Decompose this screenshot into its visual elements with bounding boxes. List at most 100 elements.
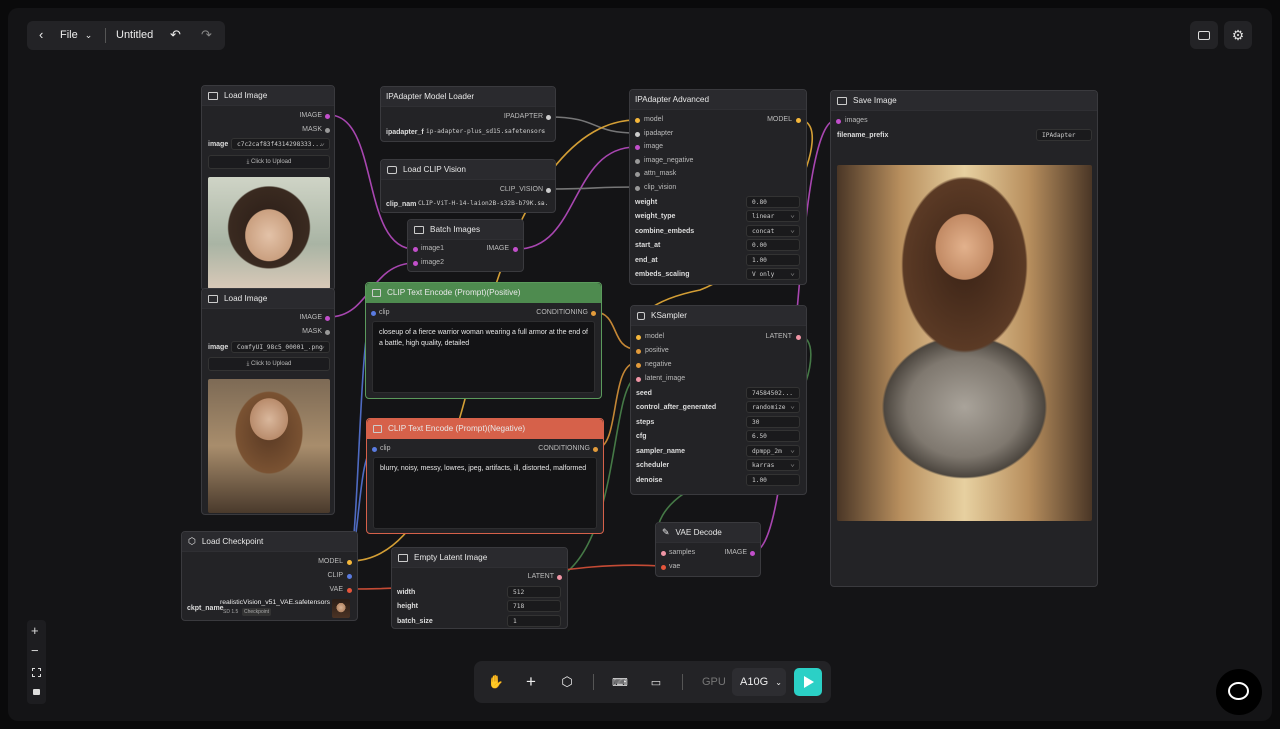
upload-button[interactable]: ⤓ Click to Upload (208, 155, 330, 169)
batch-size-input[interactable]: 1 (507, 615, 561, 627)
back-icon[interactable]: ‹ (39, 27, 43, 42)
node-vae-decode[interactable]: ✎ VAE Decode samples vae IMAGE (655, 522, 761, 577)
chat-button[interactable] (1216, 669, 1262, 715)
node-empty-latent[interactable]: Empty Latent Image LATENT width 512 heig… (391, 547, 568, 629)
clip-name-select[interactable]: CLIP-ViT-H-14-laion2B-s32B-b79K.sa... (413, 198, 549, 210)
lock-icon[interactable] (33, 689, 40, 695)
output-conditioning-dot[interactable] (591, 311, 596, 316)
cfg-input[interactable]: 6.50 (746, 430, 800, 442)
node-title[interactable]: IPAdapter Model Loader (381, 87, 555, 107)
output-latent-dot[interactable] (557, 575, 562, 580)
node-clip-positive[interactable]: CLIP Text Encode (Prompt)(Positive) clip… (365, 282, 602, 399)
node-title[interactable]: ✎ VAE Decode (656, 523, 760, 543)
node-title[interactable]: CLIP Text Encode (Prompt)(Negative) (367, 419, 603, 439)
node-title[interactable]: Load Image (202, 86, 334, 106)
node-load-clip-vision[interactable]: Load CLIP Vision CLIP_VISION clip_nam CL… (380, 159, 556, 213)
node-ipadapter-loader[interactable]: IPAdapter Model Loader IPADAPTER ipadapt… (380, 86, 556, 142)
prompt-textarea[interactable]: blurry, noisy, messy, lowres, jpeg, arti… (373, 457, 597, 529)
run-button[interactable] (794, 668, 822, 696)
hand-icon[interactable]: ✋ (482, 661, 510, 703)
output-model-dot[interactable] (347, 560, 352, 565)
input-vae-dot[interactable] (661, 565, 666, 570)
workflow-title[interactable]: Untitled (116, 29, 153, 41)
output-clip-dot[interactable] (347, 574, 352, 579)
ipadapter-select[interactable]: ip-adapter-plus_sd15.safetensors (421, 126, 549, 138)
image-select[interactable]: ComfyUI_98c5_00001_.png (231, 341, 330, 353)
output-conditioning-dot[interactable] (593, 447, 598, 452)
zoom-in-icon[interactable]: + (31, 623, 39, 638)
node-title[interactable]: ⬡ Load Checkpoint (182, 532, 357, 552)
upload-button[interactable]: ⤓ Click to Upload (208, 357, 330, 371)
input-model-dot[interactable] (635, 118, 640, 123)
output-clip-vision-dot[interactable] (546, 188, 551, 193)
end-at-input[interactable]: 1.00 (746, 254, 800, 266)
node-ipadapter-advanced[interactable]: IPAdapter Advanced model ipadapter image… (629, 89, 807, 285)
input-image1-dot[interactable] (413, 247, 418, 252)
prompt-textarea[interactable]: closeup of a fierce warrior woman wearin… (372, 321, 595, 393)
input-model-dot[interactable] (636, 335, 641, 340)
input-image-negative-dot[interactable] (635, 159, 640, 164)
input-images-dot[interactable] (836, 119, 841, 124)
output-mask-dot[interactable] (325, 330, 330, 335)
output-image-dot[interactable] (513, 247, 518, 252)
node-title[interactable]: KSampler (631, 306, 806, 326)
cube-icon[interactable]: ⬡ (553, 661, 581, 703)
redo-icon[interactable]: ↷ (201, 27, 212, 43)
image-select[interactable]: c7c2caf83f4314298333... (231, 138, 330, 150)
plus-icon[interactable]: + (517, 661, 545, 703)
output-vae-dot[interactable] (347, 588, 352, 593)
node-title[interactable]: Batch Images (408, 220, 523, 240)
output-image-dot[interactable] (325, 114, 330, 119)
weight-type-select[interactable]: linear (746, 210, 800, 222)
input-ipadapter-dot[interactable] (635, 132, 640, 137)
input-positive-dot[interactable] (636, 349, 641, 354)
input-negative-dot[interactable] (636, 363, 641, 368)
node-title[interactable]: Save Image (831, 91, 1097, 111)
output-ipadapter-dot[interactable] (546, 115, 551, 120)
fit-icon[interactable] (32, 668, 41, 677)
input-attn-mask-dot[interactable] (635, 172, 640, 177)
node-load-image-2[interactable]: Load Image IMAGE MASK image ComfyUI_98c5… (201, 288, 335, 515)
input-clip-vision-dot[interactable] (635, 186, 640, 191)
sampler-name-select[interactable]: dpmpp_2m (746, 445, 800, 457)
node-load-image-1[interactable]: Load Image IMAGE MASK image c7c2caf83f43… (201, 85, 335, 291)
weight-input[interactable]: 0.80 (746, 196, 800, 208)
undo-icon[interactable]: ↶ (170, 27, 181, 43)
panel-button[interactable] (1190, 21, 1218, 49)
denoise-input[interactable]: 1.00 (746, 474, 800, 486)
node-batch-images[interactable]: Batch Images image1 image2 IMAGE (407, 219, 524, 272)
input-image-dot[interactable] (635, 145, 640, 150)
combine-embeds-select[interactable]: concat (746, 225, 800, 237)
file-menu[interactable]: File ⌄ (60, 29, 92, 41)
height-input[interactable]: 718 (507, 600, 561, 612)
node-ksampler[interactable]: KSampler model positive negative latent_… (630, 305, 807, 495)
node-title[interactable]: IPAdapter Advanced (630, 90, 806, 110)
output-latent-dot[interactable] (796, 335, 801, 340)
terminal-icon[interactable]: ⌨ (606, 661, 634, 703)
node-title[interactable]: CLIP Text Encode (Prompt)(Positive) (366, 283, 601, 303)
filename-prefix-input[interactable]: IPAdapter (1036, 129, 1092, 141)
output-model-dot[interactable] (796, 118, 801, 123)
node-title[interactable]: Load Image (202, 289, 334, 309)
zoom-out-icon[interactable]: − (31, 643, 39, 658)
settings-button[interactable]: ⚙ (1224, 21, 1252, 49)
embeds-scaling-select[interactable]: V only (746, 268, 800, 280)
start-at-input[interactable]: 0.00 (746, 239, 800, 251)
scheduler-select[interactable]: karras (746, 459, 800, 471)
layout-icon[interactable]: ▭ (642, 661, 670, 703)
node-title[interactable]: Empty Latent Image (392, 548, 567, 568)
steps-input[interactable]: 30 (746, 416, 800, 428)
output-mask-dot[interactable] (325, 128, 330, 133)
width-input[interactable]: 512 (507, 586, 561, 598)
input-samples-dot[interactable] (661, 551, 666, 556)
node-title[interactable]: Load CLIP Vision (381, 160, 555, 180)
ckpt-selector[interactable]: realisticVision_v51_VAE.safetensors SD 1… (220, 599, 350, 619)
node-clip-negative[interactable]: CLIP Text Encode (Prompt)(Negative) clip… (366, 418, 604, 534)
output-image-dot[interactable] (325, 316, 330, 321)
input-clip-dot[interactable] (372, 447, 377, 452)
node-save-image[interactable]: Save Image images filename_prefix IPAdap… (830, 90, 1098, 587)
node-load-checkpoint[interactable]: ⬡ Load Checkpoint MODEL CLIP VAE ckpt_nam… (181, 531, 358, 621)
input-image2-dot[interactable] (413, 261, 418, 266)
control-after-select[interactable]: randomize (746, 401, 800, 413)
gpu-select[interactable]: A10G ⌄ (732, 668, 786, 696)
